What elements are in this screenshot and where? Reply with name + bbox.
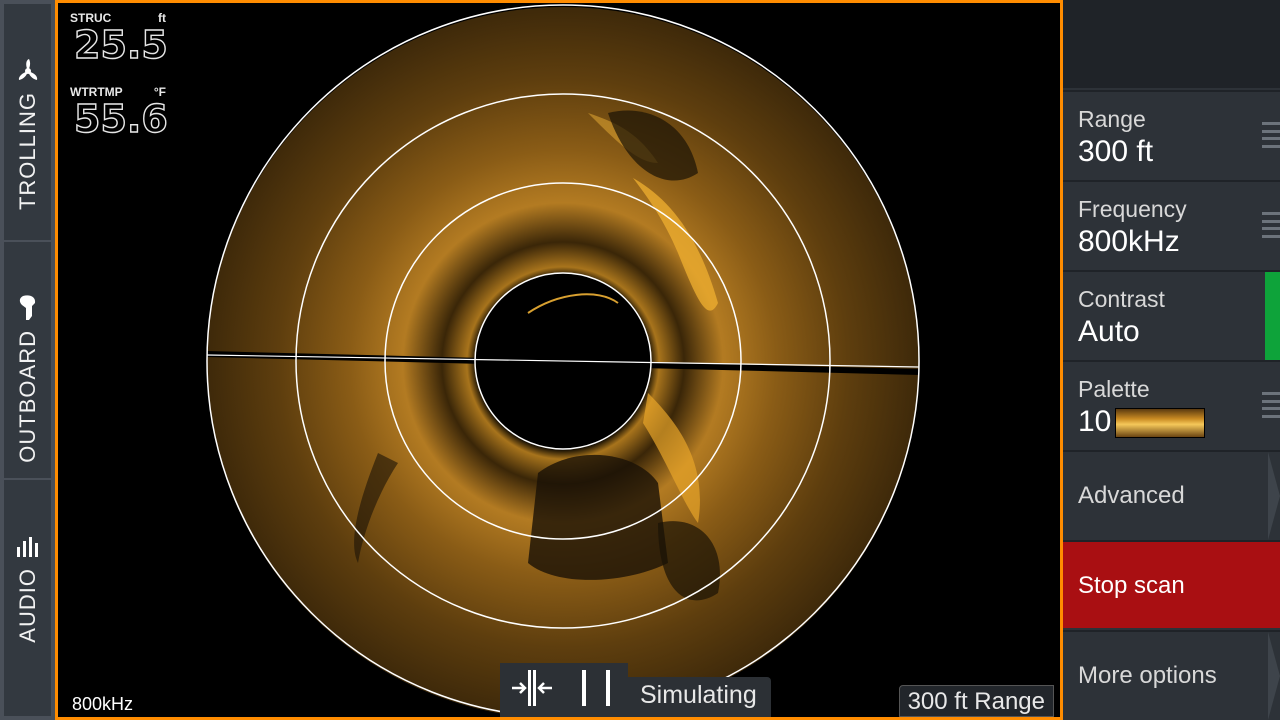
range-value: 300 ft xyxy=(1078,135,1154,168)
tab-label: TROLLING xyxy=(14,92,40,211)
sim-icon-group xyxy=(500,663,628,717)
tab-label: AUDIO xyxy=(14,568,40,643)
range-label: Range xyxy=(1078,106,1146,132)
propeller-icon xyxy=(14,56,42,84)
stop-scan-label: Stop scan xyxy=(1078,572,1185,599)
sonar-image xyxy=(206,4,920,717)
stop-scan-button[interactable]: Stop scan xyxy=(1063,540,1280,628)
audio-bars-icon xyxy=(14,532,42,560)
menu-item-range[interactable]: Range 300 ft xyxy=(1063,90,1280,178)
menu-header xyxy=(1063,0,1280,88)
sonar-viewport[interactable]: STRUC ft 25.5 WTRTMP °F 55.6 800kHz Simu… xyxy=(55,0,1063,720)
drag-handle-icon[interactable] xyxy=(1262,122,1280,148)
drag-handle-icon[interactable] xyxy=(1262,212,1280,238)
tab-audio[interactable]: AUDIO xyxy=(4,480,51,716)
tab-label: OUTBOARD xyxy=(14,330,40,463)
palette-value: 10 xyxy=(1078,405,1112,438)
chevron-right-icon xyxy=(1268,452,1280,540)
outboard-motor-icon xyxy=(14,294,42,322)
contrast-value: Auto xyxy=(1078,315,1140,348)
frequency-label: Frequency xyxy=(1078,196,1187,222)
advanced-label: Advanced xyxy=(1078,482,1185,509)
structure-depth-box[interactable]: STRUC ft 25.5 xyxy=(70,11,168,67)
drag-handle-icon[interactable] xyxy=(1262,392,1280,418)
compress-icon[interactable] xyxy=(510,668,554,713)
side-menu: Range 300 ft Frequency 800kHz Contrast A… xyxy=(1063,0,1280,720)
water-temp-box[interactable]: WTRTMP °F 55.6 xyxy=(70,85,168,141)
pause-icon[interactable] xyxy=(574,668,618,713)
frequency-readout: 800kHz xyxy=(72,694,134,714)
wtrtmp-value: 55.6 xyxy=(73,97,168,141)
palette-swatch xyxy=(1115,408,1206,439)
menu-item-advanced[interactable]: Advanced xyxy=(1063,450,1280,540)
struc-value: 25.5 xyxy=(73,23,168,67)
active-indicator xyxy=(1265,272,1280,360)
menu-item-frequency[interactable]: Frequency 800kHz xyxy=(1063,180,1280,268)
menu-item-palette[interactable]: Palette 10 xyxy=(1063,360,1280,448)
tab-outboard[interactable]: OUTBOARD xyxy=(4,242,51,478)
contrast-label: Contrast xyxy=(1078,286,1165,312)
mode-tab-rail: TROLLING OUTBOARD AUDIO xyxy=(0,0,55,720)
simulation-controls: Simulating xyxy=(500,663,771,717)
range-readout: 300 ft Range xyxy=(898,685,1054,717)
menu-item-more-options[interactable]: More options xyxy=(1063,630,1280,720)
menu-item-contrast[interactable]: Contrast Auto xyxy=(1063,270,1280,360)
chevron-right-icon xyxy=(1268,632,1280,720)
frequency-value: 800kHz xyxy=(1078,225,1180,258)
simulating-label: Simulating xyxy=(628,677,771,717)
tab-trolling[interactable]: TROLLING xyxy=(4,4,51,240)
palette-label: Palette xyxy=(1078,376,1150,402)
more-options-label: More options xyxy=(1078,662,1217,689)
